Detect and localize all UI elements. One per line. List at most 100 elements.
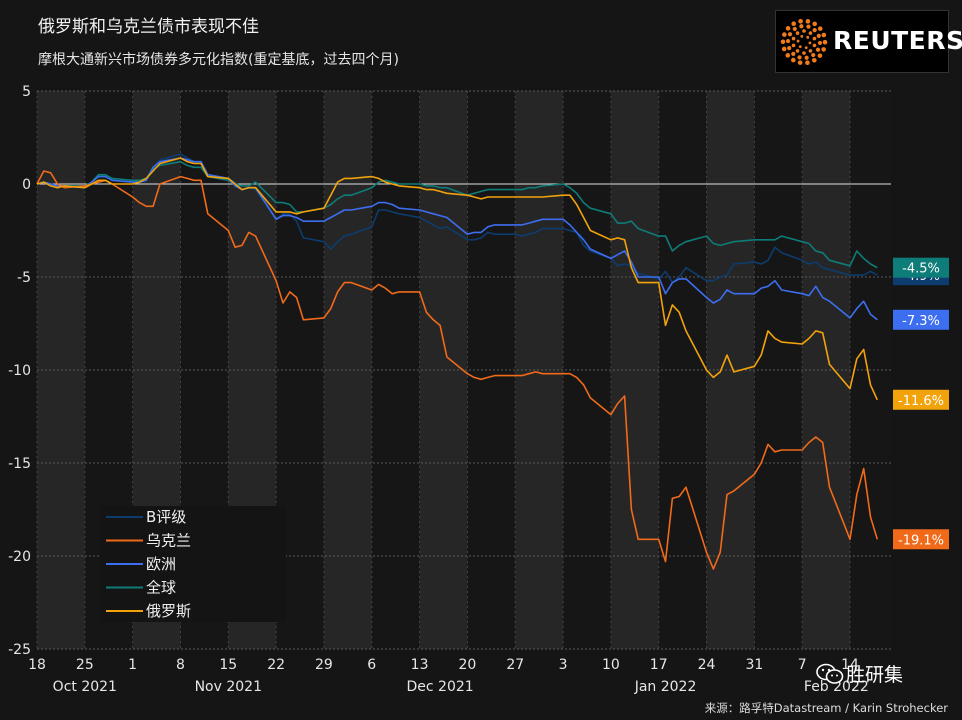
logo-dot (817, 40, 823, 46)
end-label-text: -11.6% (898, 394, 944, 409)
logo-dot (802, 51, 806, 55)
logo-dot (798, 45, 802, 49)
x-tick-label: 3 (559, 657, 568, 673)
logo-text: REUTERS (833, 26, 962, 55)
logo-dot (812, 21, 818, 27)
x-tick-label: 31 (745, 657, 763, 673)
end-label: -11.6% (893, 389, 949, 410)
end-label: -4.5% (893, 257, 949, 278)
y-tick-label: 5 (22, 84, 31, 100)
x-tick-label: 24 (698, 657, 716, 673)
end-label-text: -19.1% (898, 533, 944, 548)
logo-dot (812, 43, 817, 48)
logo-dot (816, 33, 821, 39)
logo-dot (821, 47, 826, 52)
logo-dot (798, 18, 803, 24)
x-tick-label: 13 (411, 657, 429, 673)
week-band (323, 91, 372, 649)
logo-dot (797, 60, 803, 65)
x-tick-label: 18 (28, 657, 46, 673)
month-label: Oct 2021 (53, 679, 117, 695)
logo-dot (791, 36, 796, 41)
logo-dot (812, 36, 817, 41)
legend-label: 欧洲 (146, 555, 176, 573)
logo-dot (787, 32, 793, 37)
logo-dot (790, 57, 796, 63)
logo-dot (811, 52, 816, 58)
x-tick-label: 15 (219, 657, 237, 673)
x-tick-label: 29 (315, 657, 333, 673)
legend-label: 全球 (146, 579, 176, 597)
x-tick-label: 1 (128, 657, 137, 673)
end-label: -19.1% (893, 529, 949, 550)
legend-label: 乌克兰 (146, 532, 191, 550)
x-tick-label: 7 (798, 657, 807, 673)
logo-dot (795, 49, 800, 53)
logo-dot (812, 27, 817, 33)
reuters-dot-ring-icon (780, 18, 828, 66)
end-label: -7.3% (893, 309, 949, 330)
logo-dot (808, 31, 813, 35)
x-tick-label: 6 (367, 657, 376, 673)
logo-dot (799, 24, 804, 29)
reuters-logo: REUTERS (775, 10, 962, 73)
x-tick-label: 17 (650, 657, 668, 673)
logo-dot (817, 26, 823, 31)
logo-dot (802, 29, 806, 33)
y-tick-label: -5 (17, 270, 31, 286)
logo-dot (785, 26, 791, 31)
logo-dot (792, 26, 797, 32)
logo-dot (791, 51, 796, 57)
logo-dot (791, 43, 796, 48)
logo-dot (804, 55, 809, 60)
x-axis: 18 25 1 8 15 22 29 6 13 20 27 3 10 17 24 31 7 14Oct 2021 N… (28, 657, 869, 695)
y-tick-label: -25 (8, 642, 31, 658)
x-tick-label: 20 (459, 657, 477, 673)
legend: B评级乌克兰欧洲全球俄罗斯 (100, 506, 286, 622)
end-labels: -4.9%-19.1%-7.3%-4.5%-11.6% (893, 257, 949, 550)
x-tick-label: 10 (602, 657, 620, 673)
x-tick-label: 22 (267, 657, 285, 673)
x-tick-label: 25 (76, 657, 94, 673)
logo-dot (811, 58, 817, 63)
legend-label: B评级 (146, 508, 186, 526)
month-label: Nov 2021 (195, 679, 262, 695)
logo-dot (796, 39, 800, 43)
logo-dot (821, 32, 827, 38)
logo-dot (804, 46, 808, 49)
legend-label: 俄罗斯 (146, 602, 191, 620)
y-tick-label: 0 (22, 177, 31, 193)
y-tick-label: -15 (8, 456, 31, 472)
source-note: 来源：路孚特Datastream / Karin Strohecker (704, 701, 948, 715)
logo-dot (787, 45, 792, 51)
logo-dot (808, 49, 813, 53)
month-label: Jan 2022 (634, 679, 697, 695)
y-axis: 5 0 -5 -10 -15 -20 -25 (8, 84, 31, 658)
x-tick-label: 27 (506, 657, 524, 673)
logo-dot (808, 41, 812, 45)
logo-dot (782, 32, 787, 37)
month-label: Dec 2021 (407, 679, 474, 695)
wechat-icon (816, 663, 844, 684)
logo-dot (822, 39, 828, 45)
logo-dot (795, 31, 800, 35)
logo-dot (797, 55, 802, 60)
logo-dot (785, 38, 791, 44)
logo-dot (800, 35, 804, 38)
logo-dot (806, 24, 811, 29)
logo-dot (780, 39, 786, 45)
line-chart: -4.9%-19.1%-7.3%-4.5%-11.6% 50-5-10-15-2… (8, 84, 949, 695)
logo-dot (806, 35, 810, 39)
y-tick-label: -20 (8, 549, 31, 565)
x-tick-label: 8 (176, 657, 185, 673)
logo-dot (805, 60, 810, 66)
logo-dot (815, 47, 821, 52)
y-tick-label: -10 (8, 363, 31, 379)
end-label-text: -7.3% (902, 314, 940, 329)
logo-dot (817, 53, 823, 58)
end-label-text: -4.5% (902, 262, 940, 277)
logo-dot (791, 21, 797, 26)
logo-dot (805, 19, 811, 24)
logo-dot (781, 46, 787, 52)
logo-dot (785, 53, 791, 58)
